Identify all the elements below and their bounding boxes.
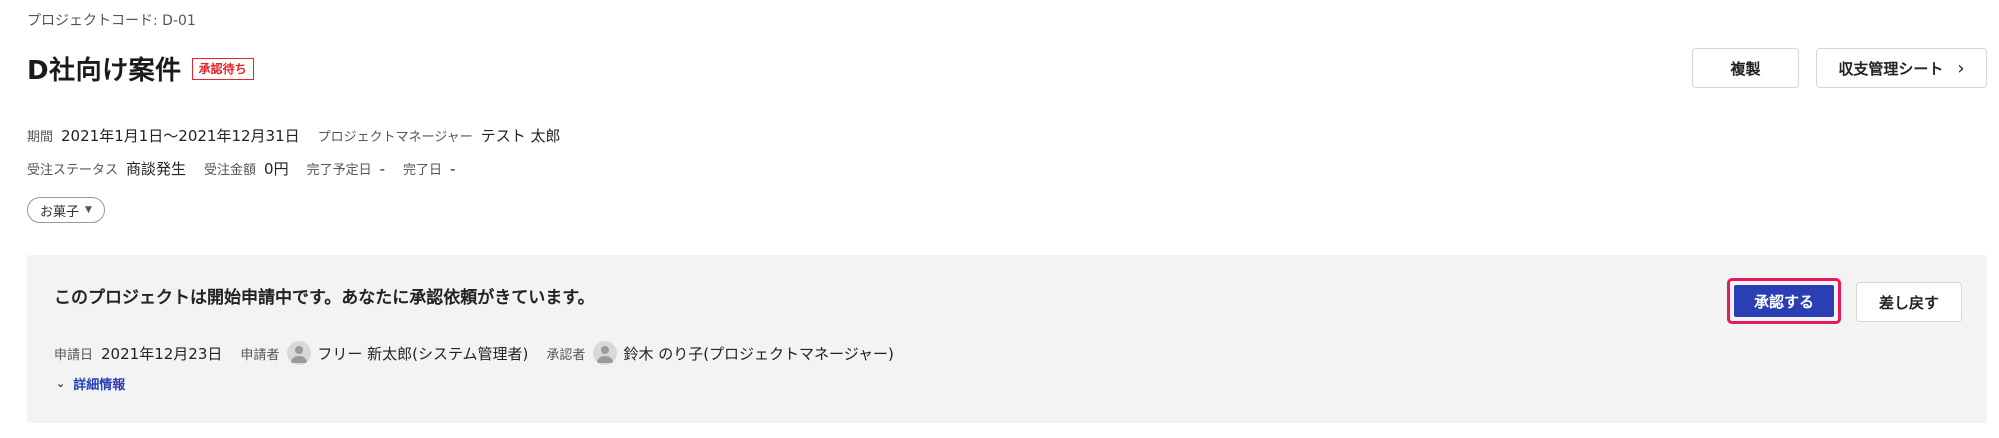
caret-down-icon: ▼ <box>85 205 92 215</box>
details-label: 詳細情報 <box>73 378 126 393</box>
apply-date-label: 申請日 <box>54 347 94 363</box>
applicant-label: 申請者 <box>240 347 280 363</box>
order-amount-value: 0円 <box>264 160 289 178</box>
budget-sheet-button-label: 収支管理シート <box>1838 59 1944 78</box>
order-status-value: 商談発生 <box>126 160 187 178</box>
budget-sheet-button[interactable]: 収支管理シート › <box>1816 48 1987 88</box>
order-status-label: 受注ステータス <box>27 163 119 178</box>
approval-message: このプロジェクトは開始申請中です。あなたに承認依頼がきています。 <box>54 288 595 308</box>
title-row: D社向け案件 承認待ち <box>27 50 254 87</box>
end-value: - <box>450 159 456 178</box>
duplicate-button-label: 複製 <box>1730 59 1761 78</box>
meta-row-period: 期間 2021年1月1日〜2021年12月31日 プロジェクトマネージャー テス… <box>27 125 561 146</box>
planned-end-value: - <box>379 159 386 178</box>
tag-dropdown[interactable]: お菓子 ▼ <box>27 197 105 223</box>
meta-row-order: 受注ステータス 商談発生 受注金額 0円 完了予定日 - 完了日 - <box>27 158 455 179</box>
apply-date-value: 2021年12月23日 <box>101 344 223 363</box>
tag-label: お菓子 <box>40 204 80 220</box>
return-button[interactable]: 差し戻す <box>1856 282 1962 322</box>
approve-button-highlight: 承認する <box>1727 278 1841 324</box>
pm-value: テスト 太郎 <box>480 127 561 145</box>
approver-label: 承認者 <box>546 347 586 363</box>
order-amount-label: 受注金額 <box>204 163 257 178</box>
approve-button[interactable]: 承認する <box>1734 285 1834 317</box>
project-code: プロジェクトコード: D-01 <box>27 13 196 29</box>
chevron-down-icon: ⌄ <box>56 377 66 390</box>
approval-panel <box>27 255 1987 423</box>
page-title: D社向け案件 <box>27 56 182 86</box>
user-avatar-icon <box>593 341 618 365</box>
return-button-label: 差し戻す <box>1878 293 1939 312</box>
status-badge: 承認待ち <box>191 57 254 80</box>
applicant-value: フリー 新太郎(システム管理者) <box>317 344 529 363</box>
duplicate-button[interactable]: 複製 <box>1692 48 1799 88</box>
period-label: 期間 <box>27 130 54 145</box>
user-avatar-icon <box>287 341 312 365</box>
approve-button-label: 承認する <box>1753 292 1814 311</box>
end-label: 完了日 <box>403 163 443 178</box>
period-value: 2021年1月1日〜2021年12月31日 <box>61 127 300 145</box>
approval-meta-row: 申請日 2021年12月23日 申請者 フリー 新太郎(システム管理者) 承認者… <box>54 341 894 365</box>
details-toggle[interactable]: ⌄ 詳細情報 <box>56 374 125 393</box>
chevron-right-icon: › <box>1957 57 1965 79</box>
planned-end-label: 完了予定日 <box>306 163 372 178</box>
approver-value: 鈴木 のり子(プロジェクトマネージャー) <box>623 344 894 363</box>
pm-label: プロジェクトマネージャー <box>317 130 473 145</box>
